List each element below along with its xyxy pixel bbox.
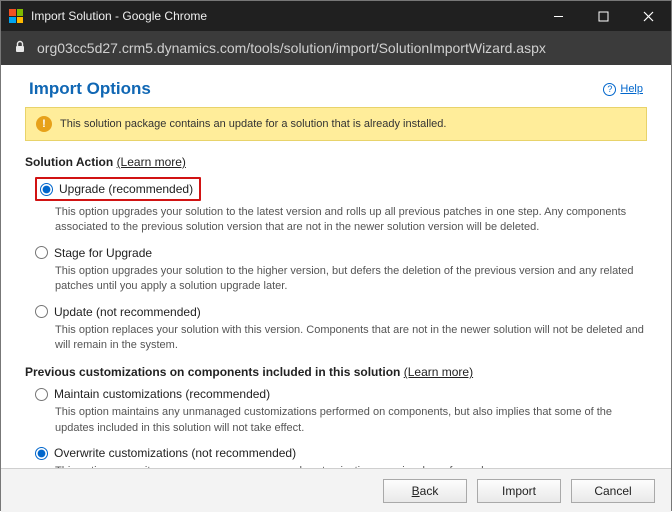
learn-more-link[interactable]: (Learn more) [117,155,186,169]
option-upgrade: Upgrade (recommended) This option upgrad… [35,177,647,236]
info-banner: ! This solution package contains an upda… [25,107,647,141]
option-label: Update (not recommended) [54,305,201,319]
customizations-heading: Previous customizations on components in… [25,365,647,379]
radio-stage[interactable] [35,246,48,259]
option-stage-radio-row[interactable]: Stage for Upgrade [35,246,647,260]
option-desc: This option overwrites or removes any un… [55,464,647,468]
option-desc: This option maintains any unmanaged cust… [55,405,647,436]
warning-icon: ! [36,116,52,132]
window-title: Import Solution - Google Chrome [31,9,536,23]
option-label: Overwrite customizations (not recommende… [54,446,296,460]
back-button[interactable]: Back [383,479,467,503]
window-titlebar: Import Solution - Google Chrome [1,1,671,31]
option-label: Stage for Upgrade [54,246,152,260]
option-maintain: Maintain customizations (recommended) Th… [35,387,647,436]
radio-upgrade[interactable] [40,183,53,196]
option-desc: This option upgrades your solution to th… [55,264,647,295]
app-logo-icon [9,9,23,23]
option-overwrite-radio-row[interactable]: Overwrite customizations (not recommende… [35,446,647,460]
option-label: Upgrade (recommended) [59,182,193,196]
option-update: Update (not recommended) This option rep… [35,305,647,354]
maximize-button[interactable] [581,1,626,31]
option-stage: Stage for Upgrade This option upgrades y… [35,246,647,295]
option-upgrade-radio-row[interactable]: Upgrade (recommended) [35,177,201,201]
help-icon: ? [603,83,616,96]
radio-update[interactable] [35,305,48,318]
main-scroll[interactable]: ! This solution package contains an upda… [25,107,653,468]
option-overwrite: Overwrite customizations (not recommende… [35,446,647,468]
option-maintain-radio-row[interactable]: Maintain customizations (recommended) [35,387,647,401]
cancel-button[interactable]: Cancel [571,479,655,503]
banner-text: This solution package contains an update… [60,118,446,130]
option-desc: This option upgrades your solution to th… [55,205,647,236]
help-link[interactable]: ? Help [603,83,643,96]
close-button[interactable] [626,1,671,31]
radio-maintain[interactable] [35,388,48,401]
import-button[interactable]: Import [477,479,561,503]
wizard-footer: Back Import Cancel [1,468,671,512]
option-update-radio-row[interactable]: Update (not recommended) [35,305,647,319]
solution-action-heading: Solution Action (Learn more) [25,155,647,169]
help-label: Help [620,83,643,95]
minimize-button[interactable] [536,1,581,31]
page-title: Import Options [29,79,151,99]
option-label: Maintain customizations (recommended) [54,387,270,401]
address-bar[interactable]: org03cc5d27.crm5.dynamics.com/tools/solu… [1,31,671,65]
radio-overwrite[interactable] [35,447,48,460]
lock-icon [13,40,27,57]
learn-more-link[interactable]: (Learn more) [404,365,473,379]
url-text: org03cc5d27.crm5.dynamics.com/tools/solu… [37,40,546,56]
option-desc: This option replaces your solution with … [55,323,647,354]
